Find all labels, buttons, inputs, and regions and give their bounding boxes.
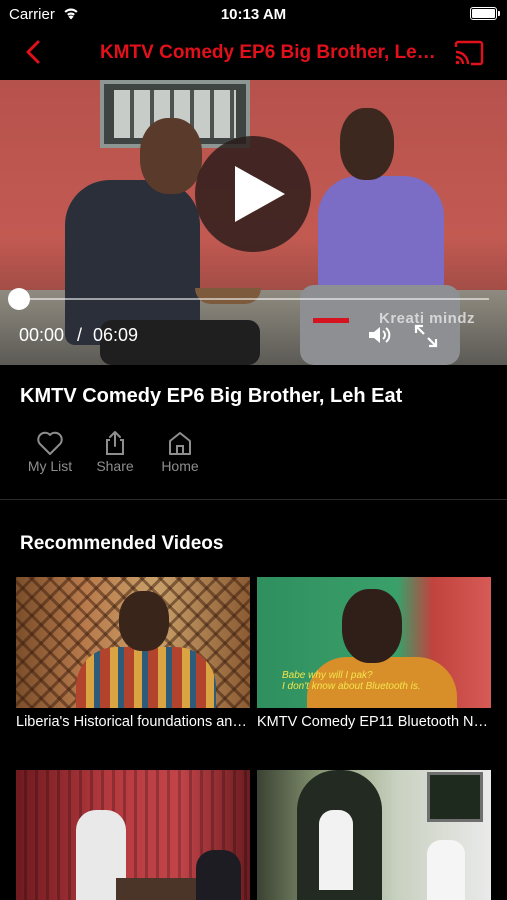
thumbnail-subtitle: Babe why will I pak? I don't know about … — [282, 670, 421, 692]
video-thumbnail — [16, 577, 250, 708]
video-thumbnail: Babe why will I pak? I don't know about … — [257, 577, 491, 708]
home-button[interactable]: Home — [150, 430, 210, 480]
progress-knob[interactable] — [8, 288, 30, 310]
video-card-title: KMTV Comedy EP11 Bluetooth Nah Na — [257, 714, 491, 730]
fullscreen-icon[interactable] — [413, 323, 439, 349]
my-list-label: My List — [27, 458, 73, 474]
share-label: Share — [96, 458, 134, 474]
play-button[interactable] — [195, 136, 311, 252]
video-thumbnail — [16, 770, 250, 900]
status-time: 10:13 AM — [220, 6, 287, 23]
home-label: Home — [161, 458, 199, 474]
heart-icon — [37, 431, 63, 455]
battery-icon — [470, 7, 500, 20]
progress-track[interactable] — [18, 298, 489, 300]
status-bar: Carrier 10:13 AM — [0, 0, 507, 28]
nav-title: KMTV Comedy EP6 Big Brother, Leh Eat — [100, 42, 445, 63]
duration: 06:09 — [93, 325, 139, 345]
back-icon[interactable] — [18, 36, 50, 68]
share-icon — [106, 431, 124, 455]
current-time: 00:00 — [19, 325, 65, 345]
play-icon — [235, 166, 285, 222]
video-card-title: Liberia's Historical foundations and Mo — [16, 714, 250, 730]
recommended-heading: Recommended Videos — [20, 533, 224, 554]
time-separator: / — [77, 325, 83, 345]
nav-bar: KMTV Comedy EP6 Big Brother, Leh Eat — [0, 28, 507, 80]
home-icon — [169, 432, 191, 455]
video-title: KMTV Comedy EP6 Big Brother, Leh Eat — [20, 385, 403, 407]
cast-icon[interactable] — [453, 39, 485, 67]
video-player[interactable]: Kreati mindz 00:00 / 06:09 — [0, 80, 507, 365]
action-row: My List Share Home — [0, 430, 507, 480]
divider — [0, 499, 507, 500]
share-button[interactable]: Share — [85, 430, 145, 480]
video-thumbnail — [257, 770, 491, 900]
volume-icon[interactable] — [367, 324, 393, 346]
my-list-button[interactable]: My List — [20, 430, 80, 480]
